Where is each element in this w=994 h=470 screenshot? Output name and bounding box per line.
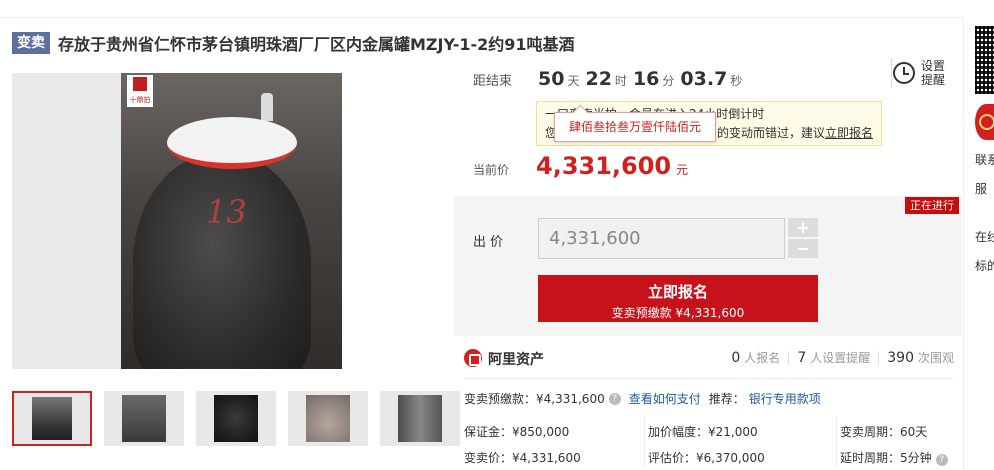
countdown-seconds: 03.7: [680, 68, 728, 90]
sale-price: 变卖价：¥4,331,600: [464, 450, 581, 465]
help-icon[interactable]: ?: [608, 392, 621, 405]
bank-payment-link[interactable]: 银行专用款项: [749, 390, 821, 407]
photo-content: 13 十鼎拍: [121, 73, 342, 369]
details-divider: [464, 378, 954, 379]
stat-divider: [878, 350, 880, 365]
thumbnail-1[interactable]: [12, 391, 92, 446]
notice-signup-link[interactable]: 立即报名: [825, 126, 873, 140]
details-row: 保证金：¥850,000 加价幅度：¥21,000 变卖周期：60天: [464, 418, 954, 444]
sidebar-target[interactable]: 标的: [975, 257, 994, 274]
top-divider: [0, 0, 963, 18]
delay-period-text: 延时周期：5分钟: [840, 450, 932, 465]
main-photo[interactable]: 13 十鼎拍: [12, 73, 342, 369]
help-icon[interactable]: ?: [935, 453, 948, 466]
countdown-seconds-unit: 秒: [730, 74, 743, 88]
bid-amount-input[interactable]: 4,331,600: [538, 218, 785, 259]
signup-button[interactable]: 立即报名 变卖预缴款 ¥4,331,600: [538, 275, 818, 322]
bid-increment: 加价幅度：¥21,000: [648, 424, 758, 439]
status-badge: 正在进行: [905, 197, 959, 214]
sale-period: 变卖周期：60天: [840, 424, 928, 439]
prepay-amount: 变卖预缴款：¥4,331,600: [464, 392, 605, 406]
sidebar-contact[interactable]: 联系: [975, 151, 994, 168]
signups-count: 0: [731, 350, 741, 366]
prepay-row: 变卖预缴款：¥4,331,600 ? 查看如何支付 推荐： 银行专用款项: [464, 390, 821, 407]
watermark-logo: 十鼎拍: [127, 75, 153, 107]
thumbnail-3[interactable]: [196, 391, 276, 446]
details-row: 变卖价：¥4,331,600 评估价：¥6,370,000 延时周期：5分钟?: [464, 444, 954, 470]
alarm-clock-icon: [893, 62, 915, 84]
bid-increase-button[interactable]: +: [788, 218, 818, 237]
current-price: 当前价 4,331,600 元: [473, 152, 688, 180]
sale-type-badge: 变卖: [12, 32, 50, 54]
ali-assets-logo-icon: [464, 349, 482, 367]
logo-text: 十鼎拍: [129, 96, 151, 104]
bid-label: 出价: [473, 235, 508, 250]
reminders-count: 7: [797, 350, 807, 366]
signup-button-sublabel: 变卖预缴款 ¥4,331,600: [611, 306, 745, 320]
thumbnail-image: [122, 395, 166, 442]
views-count: 390: [887, 350, 914, 366]
price-in-words-tooltip: 肆佰叁拾叁万壹仟陆佰元: [554, 112, 716, 142]
price-value: 4,331,600: [536, 152, 672, 180]
platform-name: 阿里资产: [488, 352, 544, 368]
thumbnail-strip: [12, 391, 460, 446]
title-row: 变卖 存放于贵州省仁怀市茅台镇明珠酒厂厂区内金属罐MZJY-1-2约91吨基酒: [12, 31, 575, 55]
bid-decrease-button[interactable]: −: [788, 239, 818, 258]
jar-number-mark: 13: [206, 193, 247, 231]
countdown-hours-unit: 时: [614, 74, 627, 88]
logo-icon: [133, 77, 147, 91]
stat-divider: [788, 350, 790, 365]
thumbnail-2[interactable]: [104, 391, 184, 446]
court-seal-icon: [975, 104, 994, 140]
signup-button-label: 立即报名: [647, 283, 708, 301]
countdown-hours: 22: [585, 68, 612, 90]
countdown-minutes: 16: [632, 68, 660, 90]
notice-line-2-text: 的变动而错过，建议: [717, 126, 826, 140]
photo-jar: [133, 153, 311, 369]
reminder-label: 设置提醒: [921, 59, 946, 87]
countdown: 距结束 50 天 22 时 16 分 03.7 秒: [473, 68, 748, 90]
thumbnail-image: [214, 395, 258, 442]
recommend-label: 推荐：: [708, 392, 745, 406]
countdown-minutes-unit: 分: [662, 74, 675, 88]
countdown-days-unit: 天: [567, 74, 580, 88]
thumbnail-image: [398, 395, 442, 442]
photo-jar-lid: [167, 117, 297, 169]
auction-stats: 0 人报名 7 人设置提醒 390 次围观: [731, 349, 954, 366]
signups-label: 人报名: [744, 351, 781, 365]
reminder-divider: [891, 58, 892, 88]
deposit: 保证金：¥850,000: [464, 424, 570, 439]
qr-code: [975, 26, 994, 94]
thumbnail-image: [32, 397, 72, 440]
thumbnail-5[interactable]: [380, 391, 460, 446]
platform-row: 阿里资产 0 人报名 7 人设置提醒 390 次围观: [464, 349, 954, 369]
delay-period: 延时周期：5分钟?: [840, 449, 954, 466]
auction-details-grid: 保证金：¥850,000 加价幅度：¥21,000 变卖周期：60天 变卖价：¥…: [464, 418, 954, 470]
thumbnail-image: [306, 395, 350, 442]
set-reminder-button[interactable]: 设置提醒: [893, 59, 947, 87]
thumbnail-4[interactable]: [288, 391, 368, 446]
countdown-days: 50: [538, 68, 565, 90]
reminders-label: 人设置提醒: [810, 351, 871, 365]
page-title: 存放于贵州省仁怀市茅台镇明珠酒厂厂区内金属罐MZJY-1-2约91吨基酒: [58, 35, 575, 54]
sidebar-online[interactable]: 在线: [975, 228, 994, 245]
how-to-pay-link[interactable]: 查看如何支付: [629, 390, 701, 407]
sidebar-service[interactable]: 服: [975, 180, 987, 197]
price-unit: 元: [676, 163, 689, 177]
views-label: 次围观: [917, 351, 954, 365]
photo-person: [261, 93, 273, 121]
price-label: 当前价: [473, 163, 510, 177]
appraisal-price: 评估价：¥6,370,000: [648, 450, 765, 465]
countdown-label: 距结束: [473, 74, 513, 89]
